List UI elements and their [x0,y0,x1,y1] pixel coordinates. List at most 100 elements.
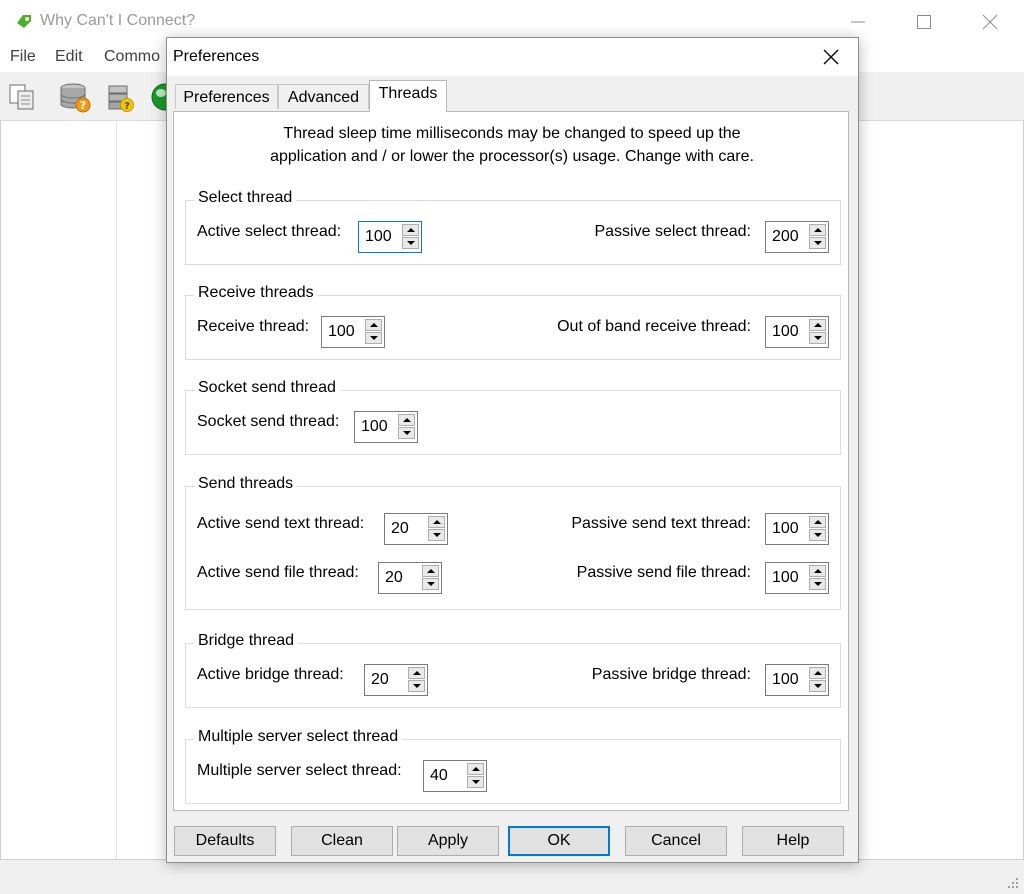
pane-splitter[interactable] [116,121,117,859]
spin-up-arrow-icon[interactable] [365,319,382,331]
maximize-button[interactable] [902,6,946,38]
spin-down-arrow-icon[interactable] [467,776,484,788]
spin-up-arrow-icon[interactable] [408,667,425,679]
spinner-value[interactable]: 40 [430,767,448,785]
spinner-value[interactable]: 100 [365,228,392,246]
spinner-value[interactable]: 100 [361,418,388,436]
spin-up-arrow-icon[interactable] [422,565,439,577]
spinner-value[interactable]: 100 [772,520,799,538]
spinner-buttons [365,319,382,345]
spinner-value[interactable]: 200 [772,228,799,246]
spin-down-arrow-icon[interactable] [809,332,826,344]
dialog-close-icon[interactable] [821,47,841,67]
spin-down-arrow-icon[interactable] [809,529,826,541]
active-bridge-thread-label: Active bridge thread: [197,666,344,683]
spin-up-arrow-icon[interactable] [402,224,419,236]
group-receive-threads: Receive threads Receive thread: 100 Out … [185,284,841,360]
passive-send-text-thread-spinner[interactable]: 100 [765,513,829,545]
close-icon [982,14,998,30]
spin-up-arrow-icon[interactable] [809,667,826,679]
active-send-file-thread-spinner[interactable]: 20 [378,562,442,594]
receive-thread-label: Receive thread: [197,318,310,335]
multiple-server-select-thread-spinner[interactable]: 40 [423,760,487,792]
passive-send-file-thread-spinner[interactable]: 100 [765,562,829,594]
passive-bridge-thread-spinner[interactable]: 100 [765,664,829,696]
spin-down-arrow-icon[interactable] [428,529,445,541]
spinner-value[interactable]: 100 [772,323,799,341]
spin-up-arrow-icon[interactable] [809,319,826,331]
passive-send-file-thread-label: Passive send file thread: [576,564,751,581]
clean-button[interactable]: Clean [291,826,393,856]
spin-up-arrow-icon[interactable] [467,763,484,775]
group-bridge-thread: Bridge thread Active bridge thread: 20 P… [185,632,841,708]
tab-preferences[interactable]: Preferences [175,84,278,109]
minimize-button[interactable] [836,6,880,38]
spin-up-arrow-icon[interactable] [809,516,826,528]
close-window-button[interactable] [968,6,1012,38]
spinner-value[interactable]: 20 [391,520,409,538]
copy-icon[interactable] [6,80,40,114]
spin-down-arrow-icon[interactable] [398,427,415,439]
spinner-buttons [408,667,425,693]
threads-description: Thread sleep time milliseconds may be ch… [174,122,850,168]
spinner-buttons [809,667,826,693]
passive-bridge-thread-label: Passive bridge thread: [591,666,751,683]
out-of-band-receive-thread-label: Out of band receive thread: [557,318,751,335]
maximize-icon [917,15,931,29]
main-window-title: Why Can't I Connect? [40,12,196,29]
apply-button[interactable]: Apply [397,826,499,856]
spin-down-arrow-icon[interactable] [422,578,439,590]
spin-down-arrow-icon[interactable] [402,237,419,249]
receive-thread-spinner[interactable]: 100 [321,316,385,348]
defaults-button[interactable]: Defaults [174,826,276,856]
database-help-icon[interactable]: ? [58,80,92,114]
spinner-buttons [402,224,419,250]
tab-threads[interactable]: Threads [369,80,447,112]
spin-down-arrow-icon[interactable] [365,332,382,344]
svg-text:?: ? [124,101,130,112]
svg-text:?: ? [80,99,86,112]
group-legend: Select thread [194,189,297,207]
menu-edit[interactable]: Edit [55,48,83,66]
cancel-button[interactable]: Cancel [625,826,727,856]
active-send-file-thread-label: Active send file thread: [197,564,359,581]
active-select-thread-spinner[interactable]: 100 [358,221,422,253]
spin-up-arrow-icon[interactable] [809,224,826,236]
spin-down-arrow-icon[interactable] [809,680,826,692]
active-bridge-thread-spinner[interactable]: 20 [364,664,428,696]
help-button[interactable]: Help [742,826,844,856]
tab-advanced[interactable]: Advanced [278,84,369,109]
socket-send-thread-label: Socket send thread: [197,413,340,430]
spinner-value[interactable]: 100 [328,323,355,341]
spinner-value[interactable]: 100 [772,671,799,689]
spin-up-arrow-icon[interactable] [398,414,415,426]
threads-tab-panel: Thread sleep time milliseconds may be ch… [173,111,849,811]
spin-down-arrow-icon[interactable] [408,680,425,692]
status-bar [0,859,1024,894]
spin-up-arrow-icon[interactable] [428,516,445,528]
spinner-buttons [398,414,415,440]
spinner-value[interactable]: 100 [772,569,799,587]
resize-grip-icon[interactable] [1006,876,1020,890]
menu-commands[interactable]: Commo [104,48,160,66]
out-of-band-receive-thread-spinner[interactable]: 100 [765,316,829,348]
group-multiple-server-select-thread: Multiple server select thread Multiple s… [185,728,841,804]
active-send-text-thread-spinner[interactable]: 20 [384,513,448,545]
group-legend: Receive threads [194,284,318,302]
spinner-buttons [467,763,484,789]
menu-file[interactable]: File [10,48,36,66]
spin-up-arrow-icon[interactable] [809,565,826,577]
minimize-icon [851,21,865,23]
ok-button[interactable]: OK [508,826,610,856]
server-help-icon[interactable]: ? [104,80,138,114]
passive-send-text-thread-label: Passive send text thread: [571,515,751,532]
spinner-value[interactable]: 20 [385,569,403,587]
spin-down-arrow-icon[interactable] [809,237,826,249]
group-legend: Multiple server select thread [194,728,403,746]
passive-select-thread-spinner[interactable]: 200 [765,221,829,253]
socket-send-thread-spinner[interactable]: 100 [354,411,418,443]
spin-down-arrow-icon[interactable] [809,578,826,590]
group-legend: Send threads [194,475,298,493]
spinner-value[interactable]: 20 [371,671,389,689]
dialog-titlebar: Preferences [167,38,858,76]
